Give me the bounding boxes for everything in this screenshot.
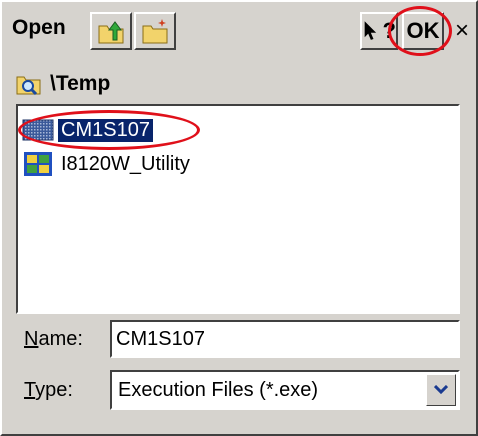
type-dropdown-button[interactable] xyxy=(426,374,456,406)
type-select[interactable]: Execution Files (*.exe) xyxy=(110,370,460,410)
type-value: Execution Files (*.exe) xyxy=(118,379,319,401)
folder-app-icon xyxy=(24,152,52,176)
dialog-title: Open xyxy=(12,16,66,39)
up-arrow-folder-icon xyxy=(98,21,124,44)
type-label: Type: xyxy=(24,379,73,401)
folder-search-icon xyxy=(16,76,41,96)
chevron-down-icon xyxy=(434,385,448,395)
help-button[interactable]: ? xyxy=(360,12,398,50)
up-folder-button[interactable] xyxy=(90,12,132,50)
close-button[interactable]: × xyxy=(448,12,476,50)
file-name: I8120W_Utility xyxy=(61,152,190,175)
name-field[interactable] xyxy=(110,320,460,358)
new-folder-button[interactable] xyxy=(134,12,176,50)
file-name: CM1S107 xyxy=(58,118,153,142)
file-item-cm1s107[interactable]: CM1S107 xyxy=(22,114,153,146)
title-bar: Open ? OK × xyxy=(2,2,476,58)
file-list[interactable]: CM1S107 I8120W_Utility xyxy=(16,104,460,314)
help-question-mark: ? xyxy=(382,18,396,43)
current-path: \Temp xyxy=(16,70,110,98)
file-item-i8120w-utility[interactable]: I8120W_Utility xyxy=(22,148,193,180)
open-dialog: Open ? OK × \Temp CM1S107 I8120W_Utility… xyxy=(0,0,478,436)
path-label: \Temp xyxy=(50,72,111,95)
executable-icon xyxy=(22,119,54,141)
ok-button[interactable]: OK xyxy=(402,12,444,50)
name-label: Name: xyxy=(24,328,83,350)
new-folder-icon xyxy=(142,19,168,44)
